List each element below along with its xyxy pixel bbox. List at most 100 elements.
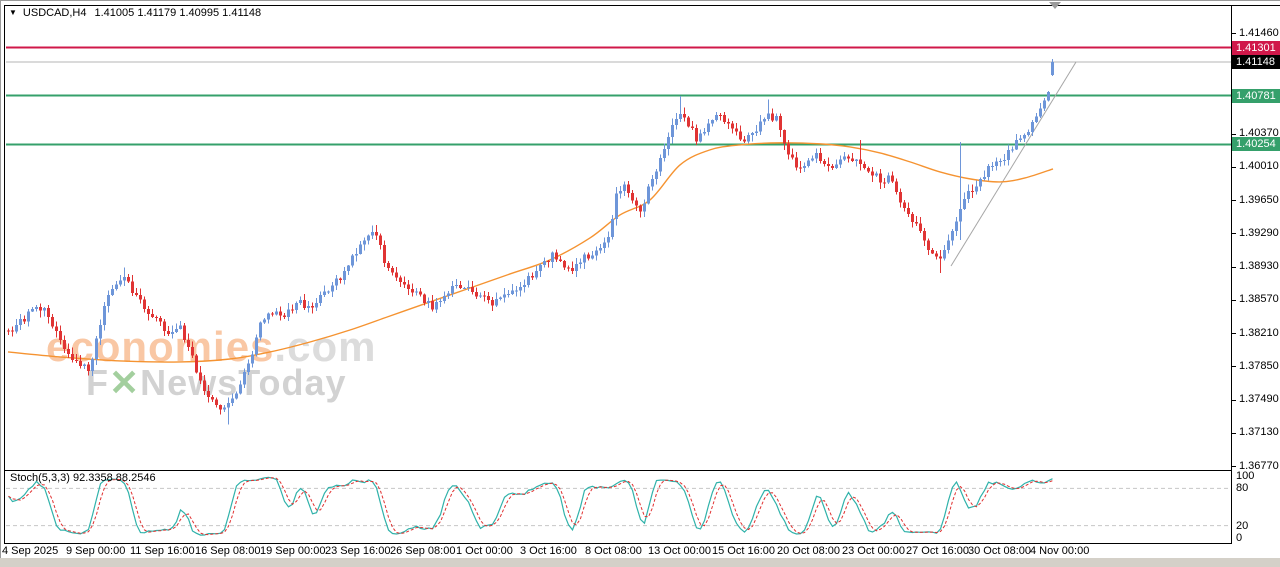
candle-body bbox=[655, 171, 658, 178]
candle-body bbox=[59, 331, 62, 340]
stochastic-panel-canvas[interactable] bbox=[6, 471, 1231, 543]
candle-body bbox=[211, 397, 214, 400]
candle-body bbox=[155, 317, 158, 318]
candle-body bbox=[871, 171, 874, 175]
chart-window: { "header": { "dropdown_icon": "▼", "sym… bbox=[0, 0, 1280, 567]
candle-body bbox=[627, 185, 630, 193]
time-label[interactable]: 1 Oct 00:00 bbox=[456, 545, 513, 557]
time-label[interactable]: 16 Sep 08:00 bbox=[195, 545, 260, 557]
candle-body bbox=[147, 309, 150, 314]
candle-body bbox=[435, 302, 438, 310]
candle-body bbox=[899, 192, 902, 203]
candle-body bbox=[39, 307, 42, 310]
candle-body bbox=[775, 116, 778, 120]
chart-shift-marker[interactable] bbox=[1049, 2, 1061, 9]
candle-body bbox=[535, 271, 538, 277]
candle-body bbox=[651, 179, 654, 187]
candle-body bbox=[1011, 149, 1014, 150]
price-tick-dash bbox=[1231, 433, 1236, 434]
candle-body bbox=[407, 284, 410, 288]
candle-body bbox=[503, 295, 506, 298]
price-tick-dash bbox=[1231, 300, 1236, 301]
price-tick-label: 1.38930 bbox=[1239, 260, 1279, 273]
candle-body bbox=[483, 295, 486, 296]
candle-body bbox=[507, 294, 510, 295]
time-label[interactable]: 23 Sep 16:00 bbox=[325, 545, 390, 557]
candle-body bbox=[707, 124, 710, 132]
candle-body bbox=[771, 113, 774, 120]
time-label[interactable]: 27 Oct 16:00 bbox=[906, 545, 969, 557]
candle-body bbox=[923, 231, 926, 241]
candle-body bbox=[75, 360, 78, 361]
price-badge-support-2: 1.40254 bbox=[1232, 137, 1280, 151]
candle-body bbox=[963, 199, 966, 209]
candle-body bbox=[579, 263, 582, 264]
time-label[interactable]: 4 Sep 2025 bbox=[2, 545, 58, 557]
candle-body bbox=[471, 287, 474, 292]
symbol-ohlc-display: ▼USDCAD,H41.41005 1.41179 1.40995 1.4114… bbox=[9, 7, 261, 21]
time-label[interactable]: 23 Oct 00:00 bbox=[842, 545, 905, 557]
candle-body bbox=[279, 311, 282, 315]
time-label[interactable]: 15 Oct 16:00 bbox=[712, 545, 775, 557]
candle-body bbox=[251, 354, 254, 363]
candle-body bbox=[1019, 139, 1022, 140]
time-label[interactable]: 8 Oct 08:00 bbox=[585, 545, 642, 557]
price-tick-label: 1.37850 bbox=[1239, 360, 1279, 373]
candle-body bbox=[443, 296, 446, 301]
price-tick-dash bbox=[1231, 33, 1236, 34]
candle-body bbox=[895, 182, 898, 192]
symbol-dropdown-icon[interactable]: ▼ bbox=[9, 8, 17, 17]
time-label[interactable]: 9 Sep 00:00 bbox=[66, 545, 125, 557]
time-label[interactable]: 19 Sep 00:00 bbox=[260, 545, 325, 557]
candle-body bbox=[283, 315, 286, 317]
price-tick-dash bbox=[1231, 233, 1236, 234]
candle-body bbox=[359, 245, 362, 254]
candle-body bbox=[975, 186, 978, 191]
candle-body bbox=[583, 255, 586, 263]
candle-body bbox=[663, 149, 666, 158]
time-label[interactable]: 3 Oct 16:00 bbox=[520, 545, 577, 557]
candle-body bbox=[255, 337, 258, 354]
time-label[interactable]: 26 Sep 08:00 bbox=[390, 545, 455, 557]
candle-body bbox=[11, 331, 14, 332]
candle-body bbox=[499, 298, 502, 299]
candle-body bbox=[719, 115, 722, 116]
candle-body bbox=[979, 179, 982, 186]
candle-body bbox=[547, 261, 550, 262]
stochastic-values: 92.3358 88.2546 bbox=[73, 472, 156, 484]
candle-body bbox=[27, 311, 30, 321]
time-label[interactable]: 13 Oct 00:00 bbox=[648, 545, 711, 557]
price-axis-border bbox=[1231, 5, 1232, 544]
candle-body bbox=[239, 384, 242, 393]
time-label[interactable]: 4 Nov 00:00 bbox=[1030, 545, 1089, 557]
candle-body bbox=[715, 115, 718, 120]
price-tick-dash bbox=[1231, 466, 1236, 467]
main-chart-canvas[interactable] bbox=[6, 6, 1231, 470]
candle-body bbox=[999, 161, 1002, 162]
window-left-edge bbox=[0, 0, 1, 558]
candle-body bbox=[191, 347, 194, 356]
candle-body bbox=[603, 243, 606, 249]
candle-body bbox=[859, 160, 862, 164]
candle-body bbox=[367, 236, 370, 241]
time-label[interactable]: 30 Oct 08:00 bbox=[968, 545, 1031, 557]
time-label[interactable]: 11 Sep 16:00 bbox=[130, 545, 195, 557]
candle-body bbox=[799, 168, 802, 169]
candle-body bbox=[43, 308, 46, 310]
window-bottom-strip bbox=[0, 558, 1280, 567]
candle-body bbox=[375, 232, 378, 236]
candle-body bbox=[111, 289, 114, 295]
price-tick-dash bbox=[1231, 366, 1236, 367]
stoch-main-line bbox=[9, 477, 1053, 535]
candle-body bbox=[323, 292, 326, 295]
candle-body bbox=[995, 161, 998, 166]
candle-body bbox=[811, 158, 814, 160]
candle-body bbox=[615, 193, 618, 219]
candle-body bbox=[511, 291, 514, 294]
candle-body bbox=[983, 177, 986, 179]
candle-body bbox=[247, 363, 250, 371]
time-label[interactable]: 20 Oct 08:00 bbox=[777, 545, 840, 557]
candle-body bbox=[875, 174, 878, 176]
ascending-trendline[interactable] bbox=[951, 62, 1076, 266]
candle-body bbox=[523, 285, 526, 287]
